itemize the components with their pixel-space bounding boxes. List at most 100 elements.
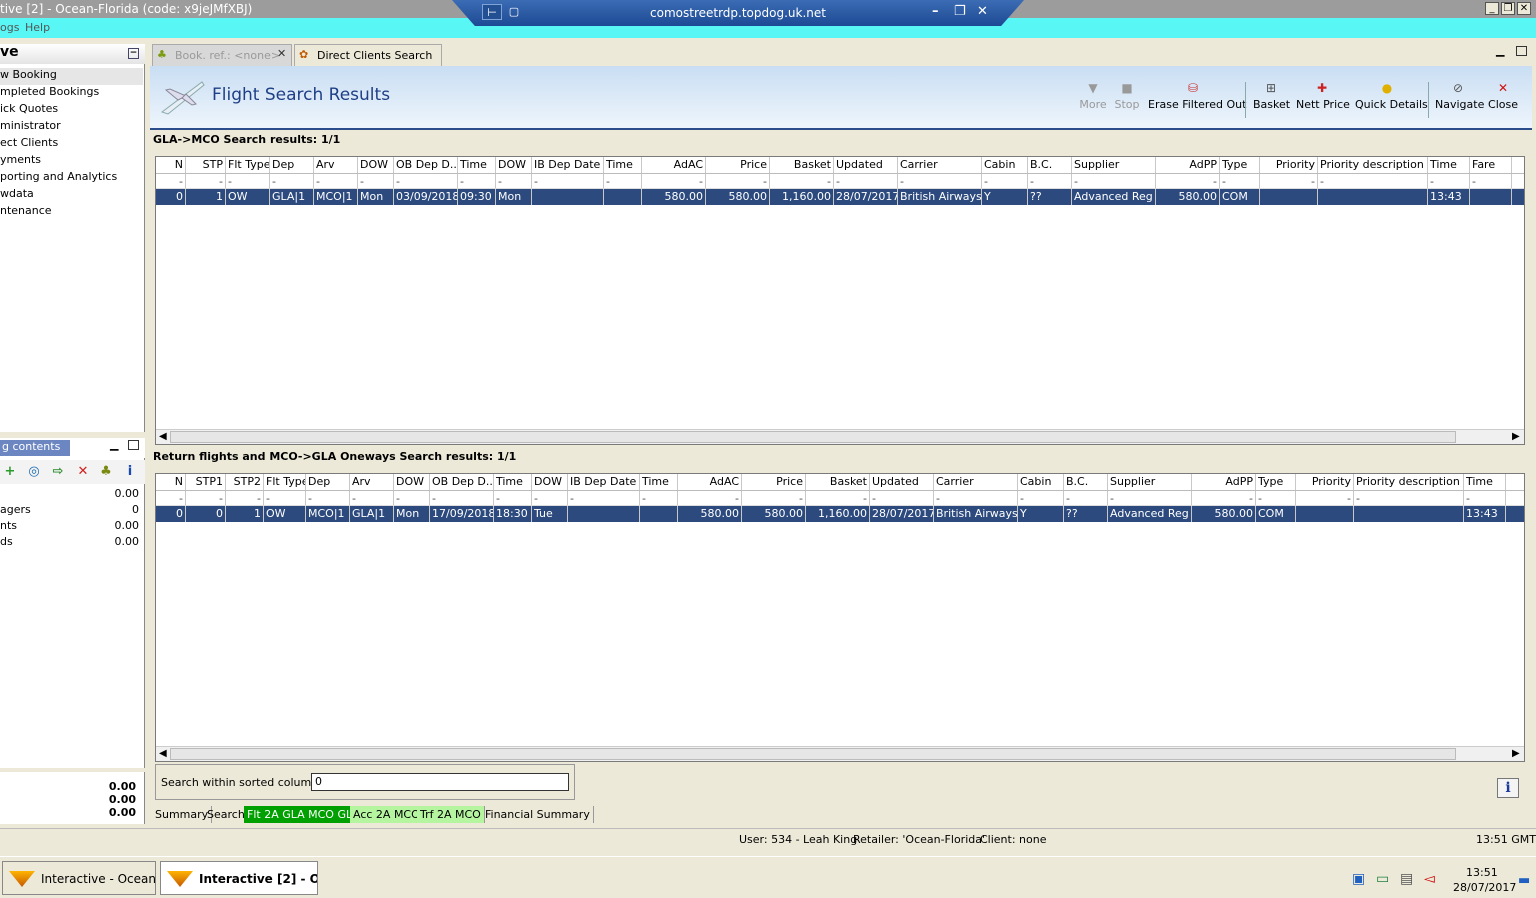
nav-item-rawdata[interactable]: wdata [0, 187, 143, 204]
column-header[interactable]: Updated [834, 157, 898, 173]
search-input[interactable]: 0 [311, 773, 569, 791]
column-header[interactable]: Carrier [934, 474, 1018, 490]
filter-cell[interactable]: - [306, 491, 350, 505]
network-icon[interactable]: ▣ [1352, 871, 1365, 887]
show-desktop-icon[interactable]: ▬ [1518, 873, 1530, 888]
basket-button[interactable]: ⊞ Basket [1253, 80, 1290, 124]
column-header[interactable]: Time [640, 474, 678, 490]
column-header[interactable]: B.C. [1064, 474, 1108, 490]
filter-cell[interactable]: - [1318, 174, 1428, 188]
column-header[interactable]: STP2 [226, 474, 264, 490]
filter-cell[interactable]: - [1260, 174, 1318, 188]
minimize-icon[interactable]: ▁ [1496, 44, 1504, 57]
column-header[interactable]: DOW [532, 474, 568, 490]
column-header[interactable]: Price [706, 157, 770, 173]
column-header[interactable]: Dep [306, 474, 350, 490]
maximize-icon[interactable] [1516, 46, 1527, 56]
nav-item-maintenance[interactable]: ntenance [0, 204, 143, 221]
column-header[interactable]: N [156, 474, 186, 490]
filter-cell[interactable]: - [1108, 491, 1192, 505]
filter-cell[interactable]: - [394, 174, 458, 188]
tab-flight[interactable]: Flt 2A GLA MCO GLA [244, 806, 364, 823]
table-row[interactable]: 0 0 1 OW MCO|1 GLA|1 Mon 17/09/2018 18:30 Tue 580.… [156, 506, 1524, 522]
column-header[interactable]: Basket [770, 157, 834, 173]
filter-cell[interactable]: - [1354, 491, 1464, 505]
erase-filtered-button[interactable]: ⛁ Erase Filtered Out [1148, 80, 1246, 124]
filter-cell[interactable]: - [156, 491, 186, 505]
filter-cell[interactable]: - [1220, 174, 1260, 188]
stop-button[interactable]: ■ Stop [1112, 80, 1142, 124]
volume-muted-icon[interactable]: ◅ [1424, 871, 1435, 887]
filter-cell[interactable]: - [982, 174, 1028, 188]
tab-booking-ref[interactable]: ♣ Book. ref.: <none> ✕ [152, 44, 292, 66]
close-icon[interactable]: ✕ [277, 47, 286, 60]
column-header[interactable]: STP1 [186, 474, 226, 490]
nett-price-button[interactable]: ✚ Nett Price [1296, 80, 1350, 124]
scroll-left-icon[interactable]: ◀ [159, 431, 167, 442]
column-header[interactable]: OB Dep D... [430, 474, 494, 490]
contents-tab[interactable]: g contents ✕ [0, 440, 70, 466]
filter-cell[interactable]: - [394, 491, 430, 505]
column-header[interactable]: Basket [806, 474, 870, 490]
taskbar-item[interactable]: Interactive - Ocean-F... [2, 861, 156, 895]
close-window-button[interactable]: ✕ [1517, 2, 1531, 15]
tab-transfer[interactable]: Trf 2A MCO [417, 806, 485, 823]
rdp-minimize-button[interactable]: – [932, 4, 939, 19]
monitor-icon[interactable]: ▤ [1400, 871, 1413, 887]
filter-cell[interactable]: - [358, 174, 394, 188]
filter-cell[interactable]: - [870, 491, 934, 505]
column-header[interactable]: Price [742, 474, 806, 490]
column-header[interactable]: Type [1220, 157, 1260, 173]
column-header[interactable]: Flt Type [226, 157, 270, 173]
nav-item-payments[interactable]: yments [0, 153, 143, 170]
filter-cell[interactable]: - [430, 491, 494, 505]
column-header[interactable]: IB Dep Date [568, 474, 640, 490]
info-icon[interactable]: i [122, 464, 138, 480]
column-header[interactable]: Priority [1260, 157, 1318, 173]
filter-cell[interactable]: - [264, 491, 306, 505]
column-header[interactable]: Fare [1470, 157, 1512, 173]
filter-cell[interactable]: - [1028, 174, 1072, 188]
transfer-icon[interactable]: ⇨ [50, 464, 66, 480]
maximize-icon[interactable] [128, 440, 139, 450]
column-header[interactable]: Priority [1296, 474, 1354, 490]
filter-cell[interactable]: - [770, 174, 834, 188]
filter-cell[interactable]: - [186, 491, 226, 505]
column-header[interactable]: Time [494, 474, 532, 490]
column-header[interactable]: Carrier [898, 157, 982, 173]
filter-cell[interactable]: - [678, 491, 742, 505]
filter-cell[interactable]: - [604, 174, 642, 188]
column-header[interactable]: Arv [350, 474, 394, 490]
filter-cell[interactable]: - [226, 491, 264, 505]
column-header[interactable]: Cabin [982, 157, 1028, 173]
column-header[interactable]: AdAC [642, 157, 706, 173]
filter-cell[interactable]: - [706, 174, 770, 188]
filter-cell[interactable]: - [934, 491, 1018, 505]
filter-cell[interactable]: - [806, 491, 870, 505]
tab-direct-clients-search[interactable]: ✿ Direct Clients Search [294, 44, 442, 66]
nav-item-completed-bookings[interactable]: mpleted Bookings [0, 85, 143, 102]
collapse-icon[interactable]: − [128, 48, 139, 59]
filter-cell[interactable]: - [226, 174, 270, 188]
filter-cell[interactable]: - [350, 491, 394, 505]
battery-icon[interactable]: ▭ [1376, 871, 1389, 887]
scrollbar-thumb[interactable] [170, 431, 1456, 443]
nav-item-administrator[interactable]: ministrator [0, 119, 143, 136]
rdp-restore-button[interactable]: ❐ [954, 4, 966, 19]
rdp-close-button[interactable]: ✕ [977, 4, 988, 19]
navigate-button[interactable]: ⊘ Navigate [1435, 80, 1484, 124]
filter-cell[interactable]: - [1018, 491, 1064, 505]
column-header[interactable]: Arv [314, 157, 358, 173]
minimize-button[interactable]: _ [1485, 2, 1499, 15]
filter-cell[interactable]: - [1156, 174, 1220, 188]
column-header[interactable]: DOW [358, 157, 394, 173]
taskbar-item-active[interactable]: Interactive [2] - O... [160, 861, 318, 895]
column-header[interactable]: Time [1464, 474, 1506, 490]
filter-cell[interactable]: - [270, 174, 314, 188]
menu-help[interactable]: Help [25, 21, 50, 34]
filter-cell[interactable]: - [496, 174, 532, 188]
grid-filter-row[interactable]: ------------------------- [156, 491, 1524, 506]
quick-details-button[interactable]: ● Quick Details [1355, 80, 1428, 124]
filter-cell[interactable]: - [898, 174, 982, 188]
filter-cell[interactable]: - [1470, 174, 1512, 188]
